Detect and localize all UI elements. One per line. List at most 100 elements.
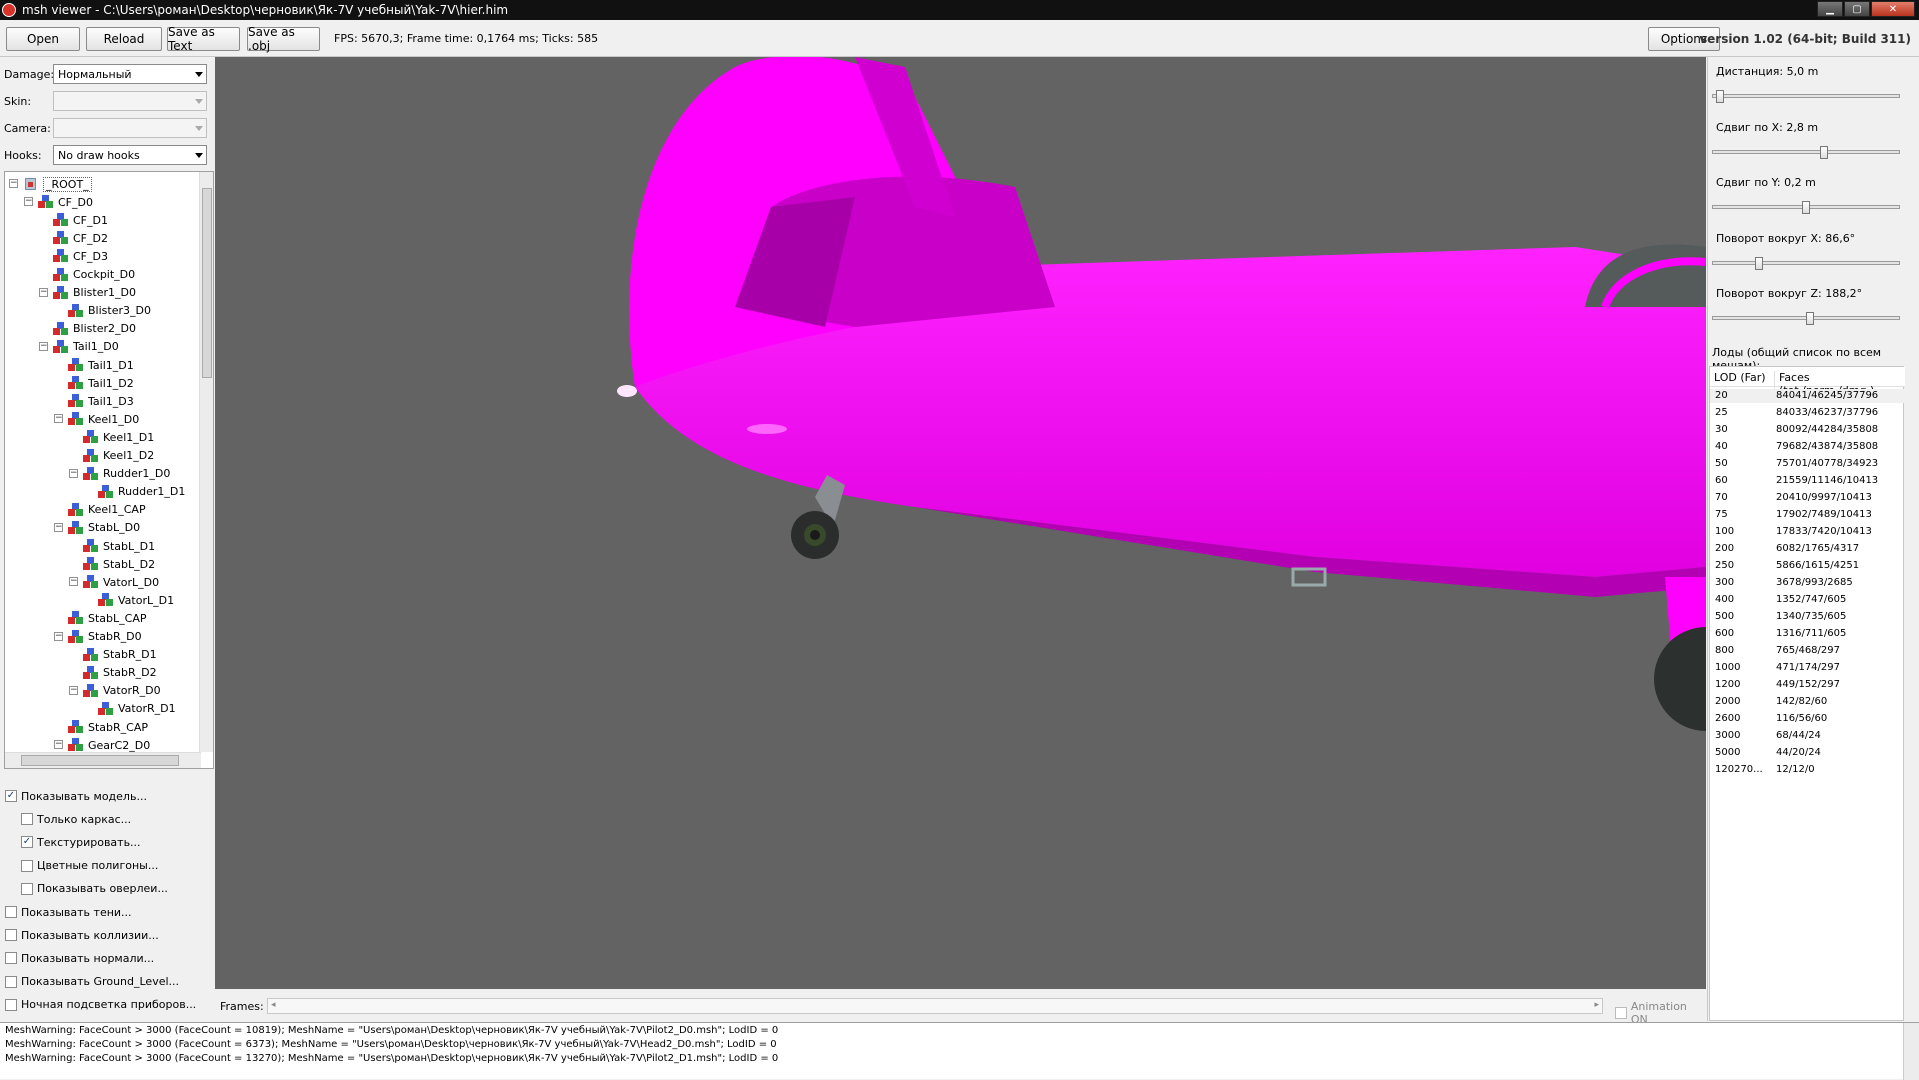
- collapse-icon[interactable]: −: [39, 341, 48, 351]
- open-button[interactable]: Open: [6, 27, 80, 51]
- option-checkbox-row[interactable]: Цветные полигоны...: [21, 857, 158, 875]
- collapse-icon[interactable]: −: [54, 522, 63, 532]
- tree-node[interactable]: Tail1_D3: [68, 392, 134, 410]
- tree-node[interactable]: − Tail1_D0: [39, 338, 119, 356]
- log-scrollbar[interactable]: [1903, 1023, 1919, 1080]
- tree-node[interactable]: StabR_D2: [83, 664, 157, 682]
- tree-node[interactable]: − CF_D0: [24, 193, 93, 211]
- tree-node[interactable]: StabL_D2: [83, 555, 155, 573]
- lod-row[interactable]: 2000 142/82/60: [1710, 695, 1905, 709]
- tree-node[interactable]: Keel1_D2: [83, 447, 154, 465]
- option-checkbox-row[interactable]: Только каркас...: [21, 810, 131, 828]
- option-checkbox-row[interactable]: Показывать тени...: [5, 903, 132, 921]
- lod-row[interactable]: 400 1352/747/605: [1710, 593, 1905, 607]
- option-checkbox-row[interactable]: Показывать коллизии...: [5, 926, 159, 944]
- lod-row[interactable]: 800 765/468/297: [1710, 644, 1905, 658]
- reload-button[interactable]: Reload: [86, 27, 162, 51]
- tree-node[interactable]: Blister3_D0: [68, 302, 151, 320]
- collapse-icon[interactable]: −: [54, 740, 63, 750]
- tree-node[interactable]: Keel1_D1: [83, 428, 154, 446]
- slider[interactable]: [1712, 256, 1900, 270]
- tree-node[interactable]: − Blister1_D0: [39, 284, 136, 302]
- log-panel[interactable]: MeshWarning: FaceCount > 3000 (FaceCount…: [0, 1022, 1919, 1080]
- slider[interactable]: [1712, 201, 1900, 214]
- tree-node[interactable]: StabR_CAP: [68, 718, 148, 736]
- tree-node[interactable]: − StabR_D0: [54, 628, 142, 646]
- tree-node[interactable]: VatorL_D1: [98, 591, 174, 609]
- skin-select[interactable]: [53, 91, 207, 111]
- lod-row[interactable]: 600 1316/711/605: [1710, 627, 1905, 641]
- collapse-icon[interactable]: −: [54, 414, 63, 424]
- tree-vertical-scrollbar[interactable]: [199, 172, 213, 752]
- checkbox[interactable]: [5, 906, 17, 918]
- tree-node[interactable]: StabR_D1: [83, 646, 157, 664]
- lod-table[interactable]: LOD (Far) Faces (tot./norm./dmg.) 20 8404…: [1709, 366, 1905, 1021]
- tree-horizontal-scrollbar[interactable]: [5, 752, 201, 768]
- tree-node[interactable]: − _ROOT_: [9, 175, 92, 193]
- animation-checkbox[interactable]: [1615, 1007, 1627, 1019]
- save-as-obj-button[interactable]: Save as .obj: [247, 25, 320, 53]
- frames-slider[interactable]: ◂ ▸: [267, 998, 1603, 1014]
- checkbox[interactable]: [5, 998, 17, 1011]
- lod-row[interactable]: 20 84041/46245/37796: [1710, 389, 1905, 403]
- damage-select[interactable]: Нормальный: [53, 64, 207, 84]
- option-checkbox-row[interactable]: ✓ Показывать модель...: [5, 787, 147, 805]
- lod-row[interactable]: 3000 68/44/24: [1710, 729, 1905, 743]
- tree-node[interactable]: StabL_CAP: [68, 609, 147, 627]
- lod-row[interactable]: 1200 449/152/297: [1710, 678, 1905, 692]
- slider[interactable]: [1712, 90, 1900, 103]
- option-checkbox-row[interactable]: Показывать оверлеи...: [21, 880, 168, 898]
- collapse-icon[interactable]: −: [69, 685, 78, 695]
- lod-row[interactable]: 75 17902/7489/10413: [1710, 508, 1905, 522]
- tree-node[interactable]: − VatorR_D0: [69, 682, 161, 700]
- tree-node[interactable]: CF_D1: [53, 211, 108, 229]
- lod-row[interactable]: 30 80092/44284/35808: [1710, 423, 1905, 437]
- collapse-icon[interactable]: −: [69, 577, 78, 587]
- collapse-icon[interactable]: −: [24, 197, 33, 207]
- checkbox[interactable]: [21, 813, 33, 826]
- slider-knob[interactable]: [1820, 145, 1828, 159]
- tree-node[interactable]: − VatorL_D0: [69, 573, 159, 591]
- tree-node[interactable]: Keel1_CAP: [68, 501, 146, 519]
- camera-select[interactable]: [53, 118, 207, 138]
- hierarchy-tree[interactable]: − _ROOT_ − CF_D0 CF_D1 CF_D2 CF_D3 Cockpit_D0− B…: [4, 171, 214, 769]
- tree-node[interactable]: − Rudder1_D0: [69, 465, 170, 483]
- save-as-text-button[interactable]: Save as Text: [167, 25, 240, 53]
- tree-node[interactable]: Cockpit_D0: [53, 266, 135, 284]
- maximize-button[interactable]: ▢: [1844, 1, 1870, 17]
- slider-knob[interactable]: [1802, 201, 1810, 214]
- option-checkbox-row[interactable]: Показывать Ground_Level...: [5, 973, 179, 991]
- collapse-icon[interactable]: −: [39, 287, 48, 297]
- scroll-left-icon[interactable]: ◂: [271, 1000, 276, 1010]
- slider-rail[interactable]: [1712, 149, 1900, 154]
- lod-row[interactable]: 100 17833/7420/10413: [1710, 525, 1905, 539]
- tree-node[interactable]: CF_D3: [53, 247, 108, 265]
- collapse-icon[interactable]: −: [69, 468, 78, 478]
- tree-node[interactable]: Blister2_D0: [53, 320, 136, 338]
- tree-node[interactable]: − StabL_D0: [54, 519, 140, 537]
- collapse-icon[interactable]: −: [9, 179, 18, 188]
- lod-row[interactable]: 70 20410/9997/10413: [1710, 491, 1905, 505]
- scroll-right-icon[interactable]: ▸: [1594, 1000, 1599, 1010]
- tree-node[interactable]: CF_D2: [53, 229, 108, 247]
- slider-rail[interactable]: [1712, 94, 1900, 98]
- checkbox[interactable]: ✓: [21, 836, 33, 849]
- tree-node[interactable]: VatorR_D1: [98, 700, 176, 718]
- tree-node[interactable]: Tail1_D1: [68, 356, 134, 374]
- option-checkbox-row[interactable]: Ночная подсветка приборов...: [5, 996, 196, 1014]
- checkbox[interactable]: [21, 882, 33, 895]
- slider[interactable]: [1712, 145, 1900, 159]
- tree-node[interactable]: StabL_D1: [83, 537, 155, 555]
- checkbox[interactable]: [21, 859, 33, 872]
- slider-rail[interactable]: [1712, 260, 1900, 265]
- lod-row[interactable]: 300 3678/993/2685: [1710, 576, 1905, 590]
- lod-row[interactable]: 25 84033/46237/37796: [1710, 406, 1905, 420]
- lod-row[interactable]: 250 5866/1615/4251: [1710, 559, 1905, 573]
- lod-row[interactable]: 1000 471/174/297: [1710, 661, 1905, 675]
- minimize-button[interactable]: ▁: [1817, 1, 1843, 17]
- tree-node[interactable]: Rudder1_D1: [98, 483, 185, 501]
- lod-row[interactable]: 40 79682/43874/35808: [1710, 440, 1905, 454]
- lod-row[interactable]: 120270... 12/12/0: [1710, 763, 1905, 777]
- tree-node[interactable]: Tail1_D2: [68, 374, 134, 392]
- lod-row[interactable]: 60 21559/11146/10413: [1710, 474, 1905, 488]
